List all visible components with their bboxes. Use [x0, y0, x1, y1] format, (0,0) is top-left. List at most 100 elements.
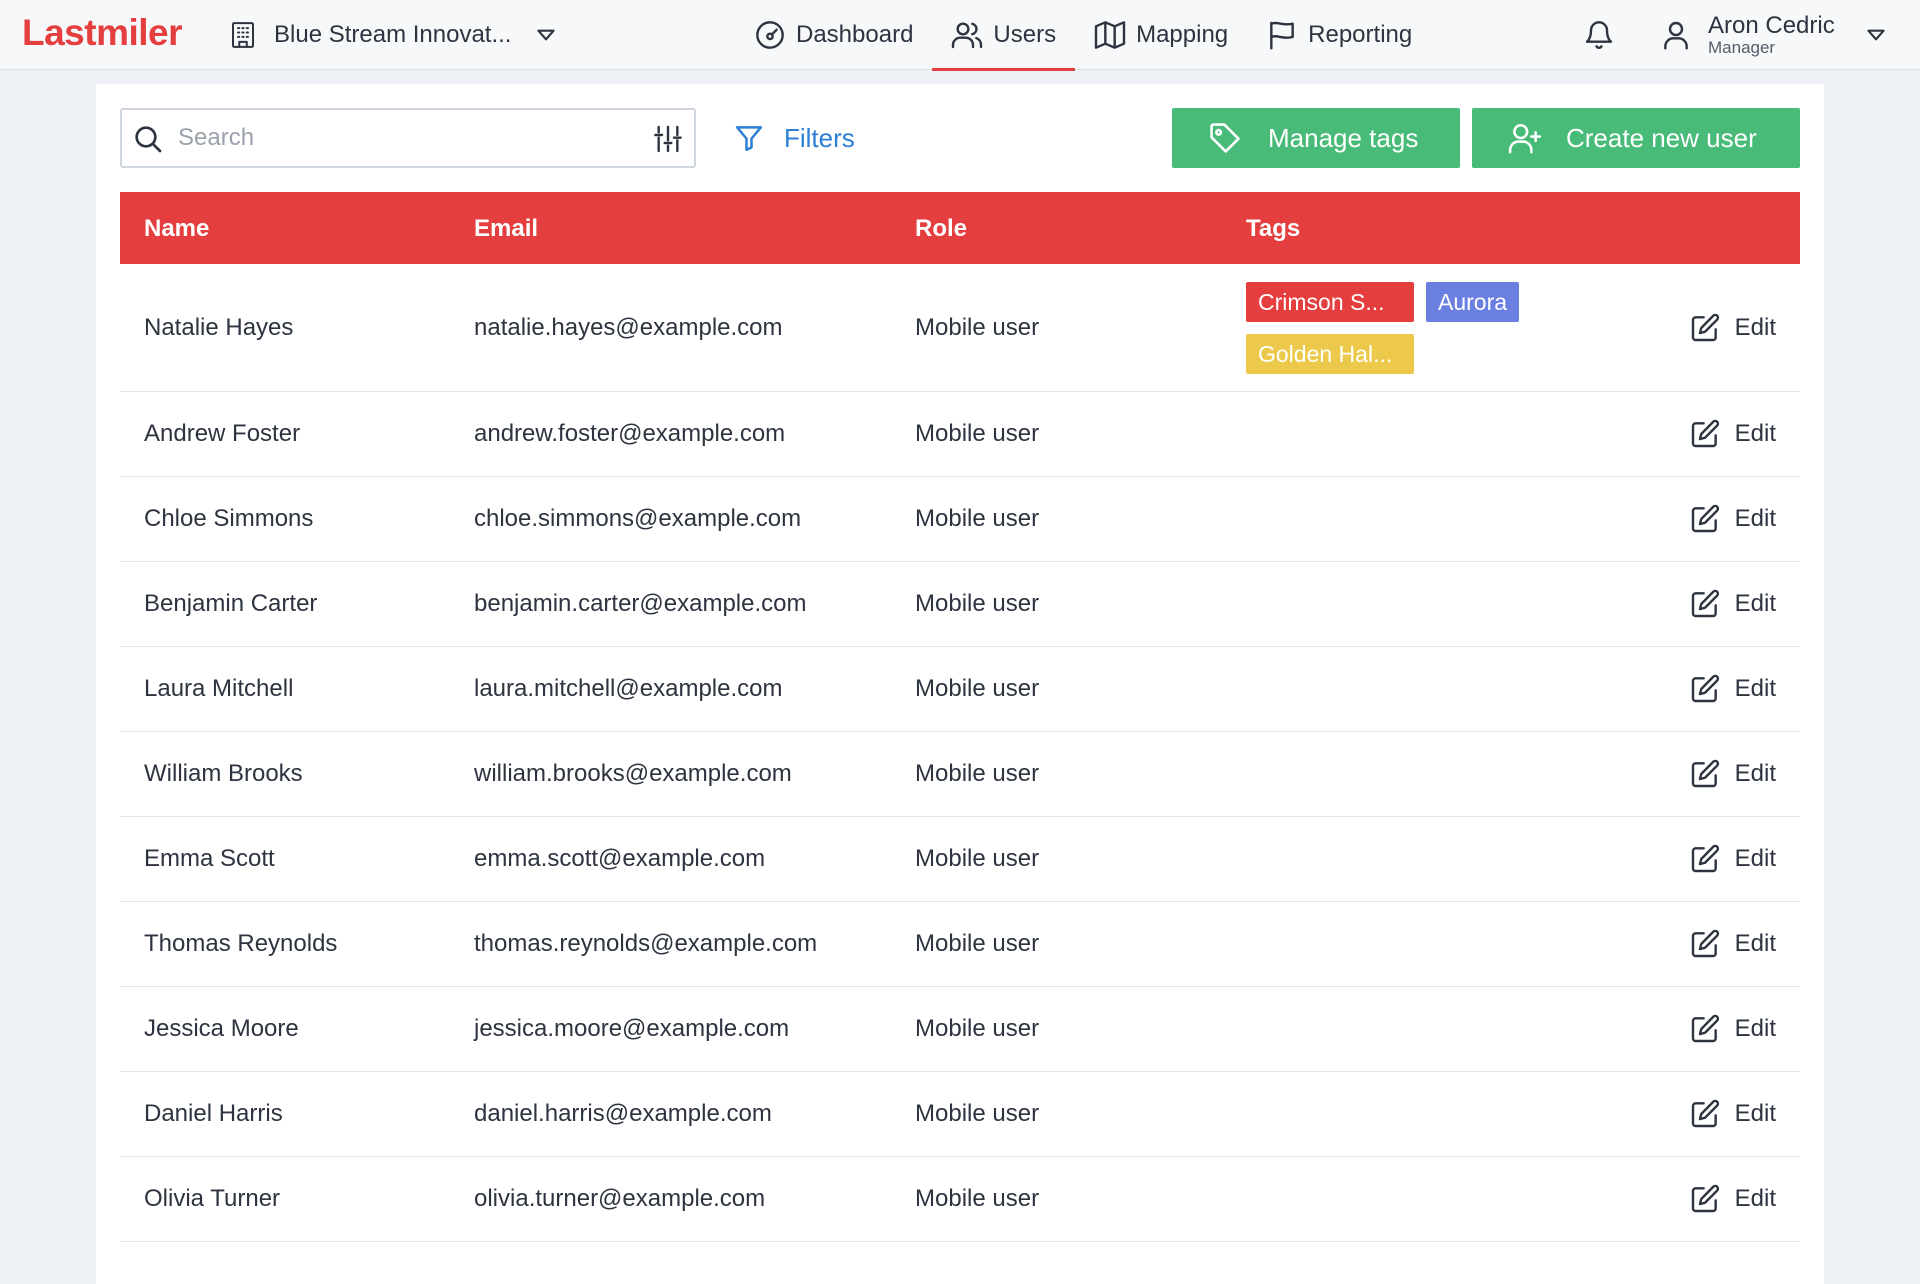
table-row[interactable]: Emma Scott emma.scott@example.com Mobile… [120, 817, 1800, 902]
manage-tags-button[interactable]: Manage tags [1172, 108, 1460, 168]
users-table: Name Email Role Tags Natalie Hayes natal… [120, 192, 1800, 1242]
user-role-cell: Mobile user [915, 420, 1040, 447]
user-email-cell: laura.mitchell@example.com [474, 675, 783, 702]
nav-item-mapping[interactable]: Mapping [1075, 0, 1247, 70]
user-name-cell: Laura Mitchell [144, 675, 294, 702]
tag-badge[interactable]: Golden Hal... [1246, 333, 1414, 374]
search-box [120, 108, 696, 168]
column-header-name[interactable]: Name [144, 215, 209, 243]
column-header-tags[interactable]: Tags [1246, 215, 1300, 243]
sliders-icon[interactable] [652, 123, 684, 155]
table-row[interactable]: William Brooks william.brooks@example.co… [120, 732, 1800, 817]
table-row[interactable]: Thomas Reynolds thomas.reynolds@example.… [120, 902, 1800, 987]
edit-button[interactable]: Edit [1689, 1013, 1776, 1045]
manage-tags-label: Manage tags [1268, 122, 1419, 153]
edit-label: Edit [1734, 930, 1776, 957]
user-plus-icon [1508, 123, 1542, 154]
edit-button[interactable]: Edit [1689, 312, 1776, 344]
nav-label: Users [993, 21, 1057, 48]
user-role-cell: Mobile user [915, 1185, 1040, 1212]
table-row[interactable]: Natalie Hayes natalie.hayes@example.com … [120, 264, 1800, 392]
user-email-cell: benjamin.carter@example.com [474, 590, 807, 617]
user-email-cell: daniel.harris@example.com [474, 1100, 772, 1127]
edit-button[interactable]: Edit [1689, 673, 1776, 705]
filters-button[interactable]: Filters [734, 118, 855, 158]
nav-item-users[interactable]: Users [932, 0, 1075, 71]
user-role-cell: Mobile user [915, 505, 1040, 532]
edit-button[interactable]: Edit [1689, 1098, 1776, 1130]
gauge-icon [756, 21, 784, 49]
edit-icon [1691, 589, 1719, 618]
create-user-label: Create new user [1566, 122, 1757, 153]
edit-label: Edit [1734, 1185, 1776, 1212]
edit-icon [1691, 1099, 1719, 1128]
nav-item-dashboard[interactable]: Dashboard [735, 0, 932, 70]
user-name-cell: Emma Scott [144, 845, 275, 872]
table-header: Name Email Role Tags [120, 192, 1800, 264]
filters-label: Filters [784, 122, 855, 153]
edit-button[interactable]: Edit [1689, 758, 1776, 790]
top-navigation-bar: Lastmiler Blue Stream Innovat... Dashboa… [0, 0, 1920, 71]
edit-icon [1691, 759, 1719, 788]
user-name-cell: Natalie Hayes [144, 313, 294, 341]
edit-button[interactable]: Edit [1689, 843, 1776, 875]
search-icon [135, 126, 162, 153]
chevron-down-icon [1867, 29, 1885, 41]
edit-icon [1691, 1184, 1719, 1213]
table-row[interactable]: Chloe Simmons chloe.simmons@example.com … [120, 477, 1800, 562]
edit-label: Edit [1734, 420, 1776, 447]
user-email-cell: william.brooks@example.com [474, 760, 792, 787]
table-row[interactable]: Daniel Harris daniel.harris@example.com … [120, 1072, 1800, 1157]
user-role-cell: Mobile user [915, 1100, 1040, 1127]
user-menu[interactable]: Aron Cedric Manager [1660, 0, 1889, 70]
edit-label: Edit [1734, 313, 1776, 341]
table-row[interactable]: Laura Mitchell laura.mitchell@example.co… [120, 647, 1800, 732]
tag-badge[interactable]: Aurora [1426, 281, 1520, 322]
users-panel: Filters Manage tags Create new user Name… [96, 84, 1824, 1284]
edit-label: Edit [1734, 1015, 1776, 1042]
edit-label: Edit [1734, 1100, 1776, 1127]
edit-label: Edit [1734, 590, 1776, 617]
organization-switcher[interactable]: Blue Stream Innovat... [228, 0, 559, 70]
edit-button[interactable]: Edit [1689, 588, 1776, 620]
user-role: Manager [1708, 37, 1776, 57]
user-email-cell: emma.scott@example.com [474, 845, 766, 872]
table-row[interactable]: Jessica Moore jessica.moore@example.com … [120, 987, 1800, 1072]
edit-button[interactable]: Edit [1689, 928, 1776, 960]
search-input[interactable] [176, 118, 616, 158]
user-email-cell: natalie.hayes@example.com [474, 313, 783, 341]
user-role-cell: Mobile user [915, 1015, 1040, 1042]
nav-item-reporting[interactable]: Reporting [1247, 0, 1431, 70]
user-role-cell: Mobile user [915, 845, 1040, 872]
edit-button[interactable]: Edit [1689, 418, 1776, 450]
user-email-cell: olivia.turner@example.com [474, 1185, 766, 1212]
user-role-cell: Mobile user [915, 590, 1040, 617]
column-header-email[interactable]: Email [474, 215, 538, 243]
edit-icon [1691, 929, 1719, 958]
user-email-cell: andrew.foster@example.com [474, 420, 786, 447]
map-icon [1094, 21, 1126, 49]
user-name-cell: William Brooks [144, 760, 303, 787]
table-row[interactable]: Andrew Foster andrew.foster@example.com … [120, 392, 1800, 477]
edit-button[interactable]: Edit [1689, 1183, 1776, 1215]
user-name-cell: Thomas Reynolds [144, 930, 338, 957]
user-email-cell: thomas.reynolds@example.com [474, 930, 818, 957]
user-name-cell: Chloe Simmons [144, 505, 314, 532]
tags-list: Crimson S... Aurora Golden Hal... [1246, 281, 1546, 374]
table-body: Natalie Hayes natalie.hayes@example.com … [120, 264, 1800, 1242]
edit-icon [1691, 674, 1719, 703]
nav-label: Reporting [1308, 21, 1413, 48]
bell-icon[interactable] [1583, 19, 1615, 51]
edit-button[interactable]: Edit [1689, 503, 1776, 535]
tag-badge[interactable]: Crimson S... [1246, 281, 1414, 322]
user-name-cell: Olivia Turner [144, 1185, 281, 1212]
app-logo[interactable]: Lastmiler [22, 12, 183, 54]
edit-label: Edit [1734, 675, 1776, 702]
main-nav: Dashboard Users Mapping Reporting [735, 0, 1431, 71]
column-header-role[interactable]: Role [915, 215, 967, 243]
create-user-button[interactable]: Create new user [1472, 108, 1800, 168]
edit-icon [1691, 844, 1719, 873]
table-row[interactable]: Benjamin Carter benjamin.carter@example.… [120, 562, 1800, 647]
user-role-cell: Mobile user [915, 675, 1040, 702]
user-name-cell: Andrew Foster [144, 420, 301, 447]
